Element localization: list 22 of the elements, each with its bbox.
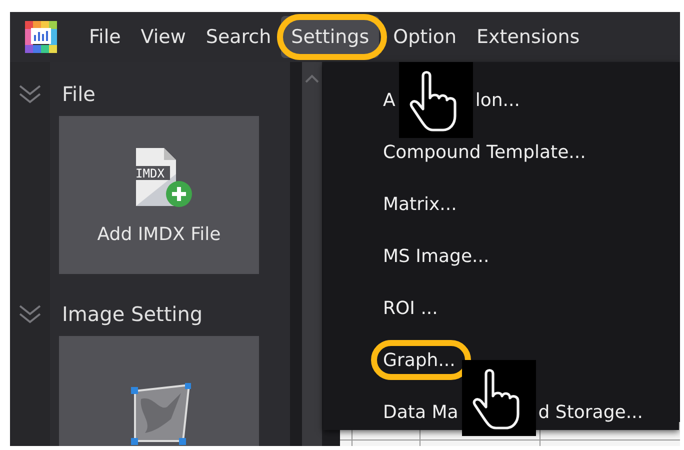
dropdown-item[interactable]: Compound Template...	[379, 126, 590, 178]
collapse-chevron-icon[interactable]	[18, 304, 42, 324]
scrollbar[interactable]	[302, 62, 322, 446]
tile-label: Add IMDX File	[97, 224, 221, 244]
section-title: Image Setting	[62, 302, 203, 326]
dropdown-item[interactable]: Data Ma d Storage...	[379, 386, 648, 438]
dropdown-item[interactable]: Matrix...	[379, 178, 461, 230]
menu-item[interactable]: Search	[196, 16, 282, 58]
tool-tile[interactable]: IMDX Add IMDX File	[59, 116, 259, 274]
menu-item[interactable]: File	[79, 16, 131, 58]
hand-cursor-icon	[462, 360, 536, 436]
menu-item[interactable]: View	[130, 16, 196, 58]
menu-item[interactable]: Option	[383, 16, 467, 58]
collapse-chevron-icon[interactable]	[18, 84, 42, 104]
dropdown-item[interactable]: ROI ...	[379, 282, 442, 334]
section-title: File	[62, 82, 96, 106]
hand-cursor-icon	[399, 62, 473, 138]
app-logo-icon	[25, 21, 57, 53]
scroll-up-icon[interactable]	[305, 74, 319, 84]
menu-item[interactable]: Extensions	[466, 16, 590, 58]
dropdown-item[interactable]: Graph...	[379, 334, 460, 386]
dropdown-item[interactable]: MS Image...	[379, 230, 494, 282]
